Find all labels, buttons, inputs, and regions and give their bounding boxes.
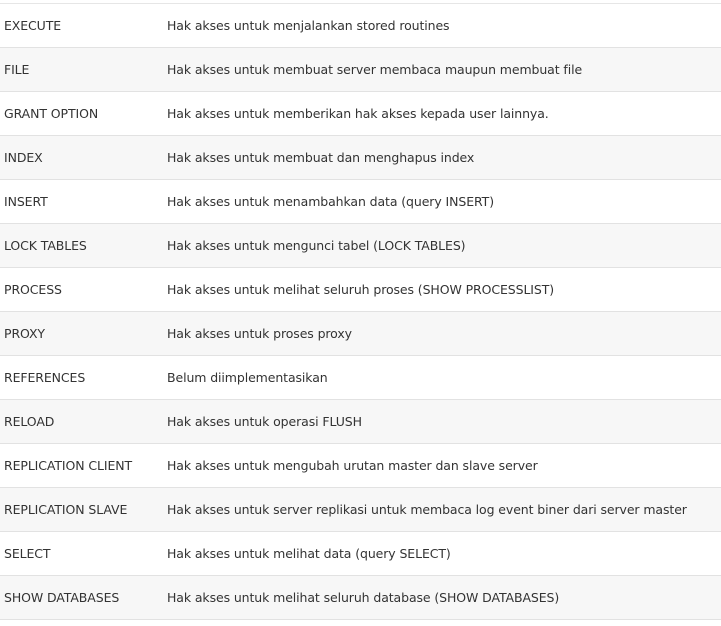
- privilege-description-cell: Hak akses untuk menjalankan stored routi…: [167, 3, 721, 48]
- privilege-description-cell: Hak akses untuk proses proxy: [167, 311, 721, 356]
- privilege-name-cell: INSERT: [0, 179, 167, 224]
- privilege-name-cell: REFERENCES: [0, 355, 167, 400]
- privilege-name-cell: GRANT OPTION: [0, 91, 167, 136]
- table-row: REFERENCES Belum diimplementasikan: [0, 355, 721, 400]
- privilege-name-cell: REPLICATION CLIENT: [0, 443, 167, 488]
- privilege-name-cell: REPLICATION SLAVE: [0, 487, 167, 532]
- table-row: PROCESS Hak akses untuk melihat seluruh …: [0, 267, 721, 312]
- privilege-description-cell: Hak akses untuk membuat server membaca m…: [167, 47, 721, 92]
- table-row: RELOAD Hak akses untuk operasi FLUSH: [0, 399, 721, 444]
- table-row: PROXY Hak akses untuk proses proxy: [0, 311, 721, 356]
- privilege-table: EXECUTE Hak akses untuk menjalankan stor…: [0, 3, 721, 620]
- privilege-description-cell: Belum diimplementasikan: [167, 355, 721, 400]
- table-row: EXECUTE Hak akses untuk menjalankan stor…: [0, 3, 721, 48]
- privilege-name-cell: RELOAD: [0, 399, 167, 444]
- privilege-description-cell: Hak akses untuk melihat data (query SELE…: [167, 531, 721, 576]
- privilege-name-cell: EXECUTE: [0, 3, 167, 48]
- table-row: INDEX Hak akses untuk membuat dan mengha…: [0, 135, 721, 180]
- table-row: REPLICATION SLAVE Hak akses untuk server…: [0, 487, 721, 532]
- privilege-description-cell: Hak akses untuk memberikan hak akses kep…: [167, 91, 721, 136]
- privilege-name-cell: LOCK TABLES: [0, 223, 167, 268]
- privilege-description-cell: Hak akses untuk operasi FLUSH: [167, 399, 721, 444]
- table-row: LOCK TABLES Hak akses untuk mengunci tab…: [0, 223, 721, 268]
- privilege-name-cell: FILE: [0, 47, 167, 92]
- privilege-table-body: EXECUTE Hak akses untuk menjalankan stor…: [0, 3, 721, 620]
- table-row: INSERT Hak akses untuk menambahkan data …: [0, 179, 721, 224]
- privilege-description-cell: Hak akses untuk membuat dan menghapus in…: [167, 135, 721, 180]
- privilege-name-cell: PROXY: [0, 311, 167, 356]
- privilege-name-cell: INDEX: [0, 135, 167, 180]
- table-row: GRANT OPTION Hak akses untuk memberikan …: [0, 91, 721, 136]
- table-row: SHOW DATABASES Hak akses untuk melihat s…: [0, 575, 721, 620]
- privilege-description-cell: Hak akses untuk menambahkan data (query …: [167, 179, 721, 224]
- privilege-description-cell: Hak akses untuk melihat seluruh proses (…: [167, 267, 721, 312]
- table-row: REPLICATION CLIENT Hak akses untuk mengu…: [0, 443, 721, 488]
- privilege-description-cell: Hak akses untuk mengunci tabel (LOCK TAB…: [167, 223, 721, 268]
- table-row: FILE Hak akses untuk membuat server memb…: [0, 47, 721, 92]
- privilege-description-cell: Hak akses untuk server replikasi untuk m…: [167, 487, 721, 532]
- privilege-description-cell: Hak akses untuk mengubah urutan master d…: [167, 443, 721, 488]
- privilege-name-cell: SELECT: [0, 531, 167, 576]
- table-row: SELECT Hak akses untuk melihat data (que…: [0, 531, 721, 576]
- privilege-description-cell: Hak akses untuk melihat seluruh database…: [167, 575, 721, 620]
- privilege-name-cell: SHOW DATABASES: [0, 575, 167, 620]
- privilege-name-cell: PROCESS: [0, 267, 167, 312]
